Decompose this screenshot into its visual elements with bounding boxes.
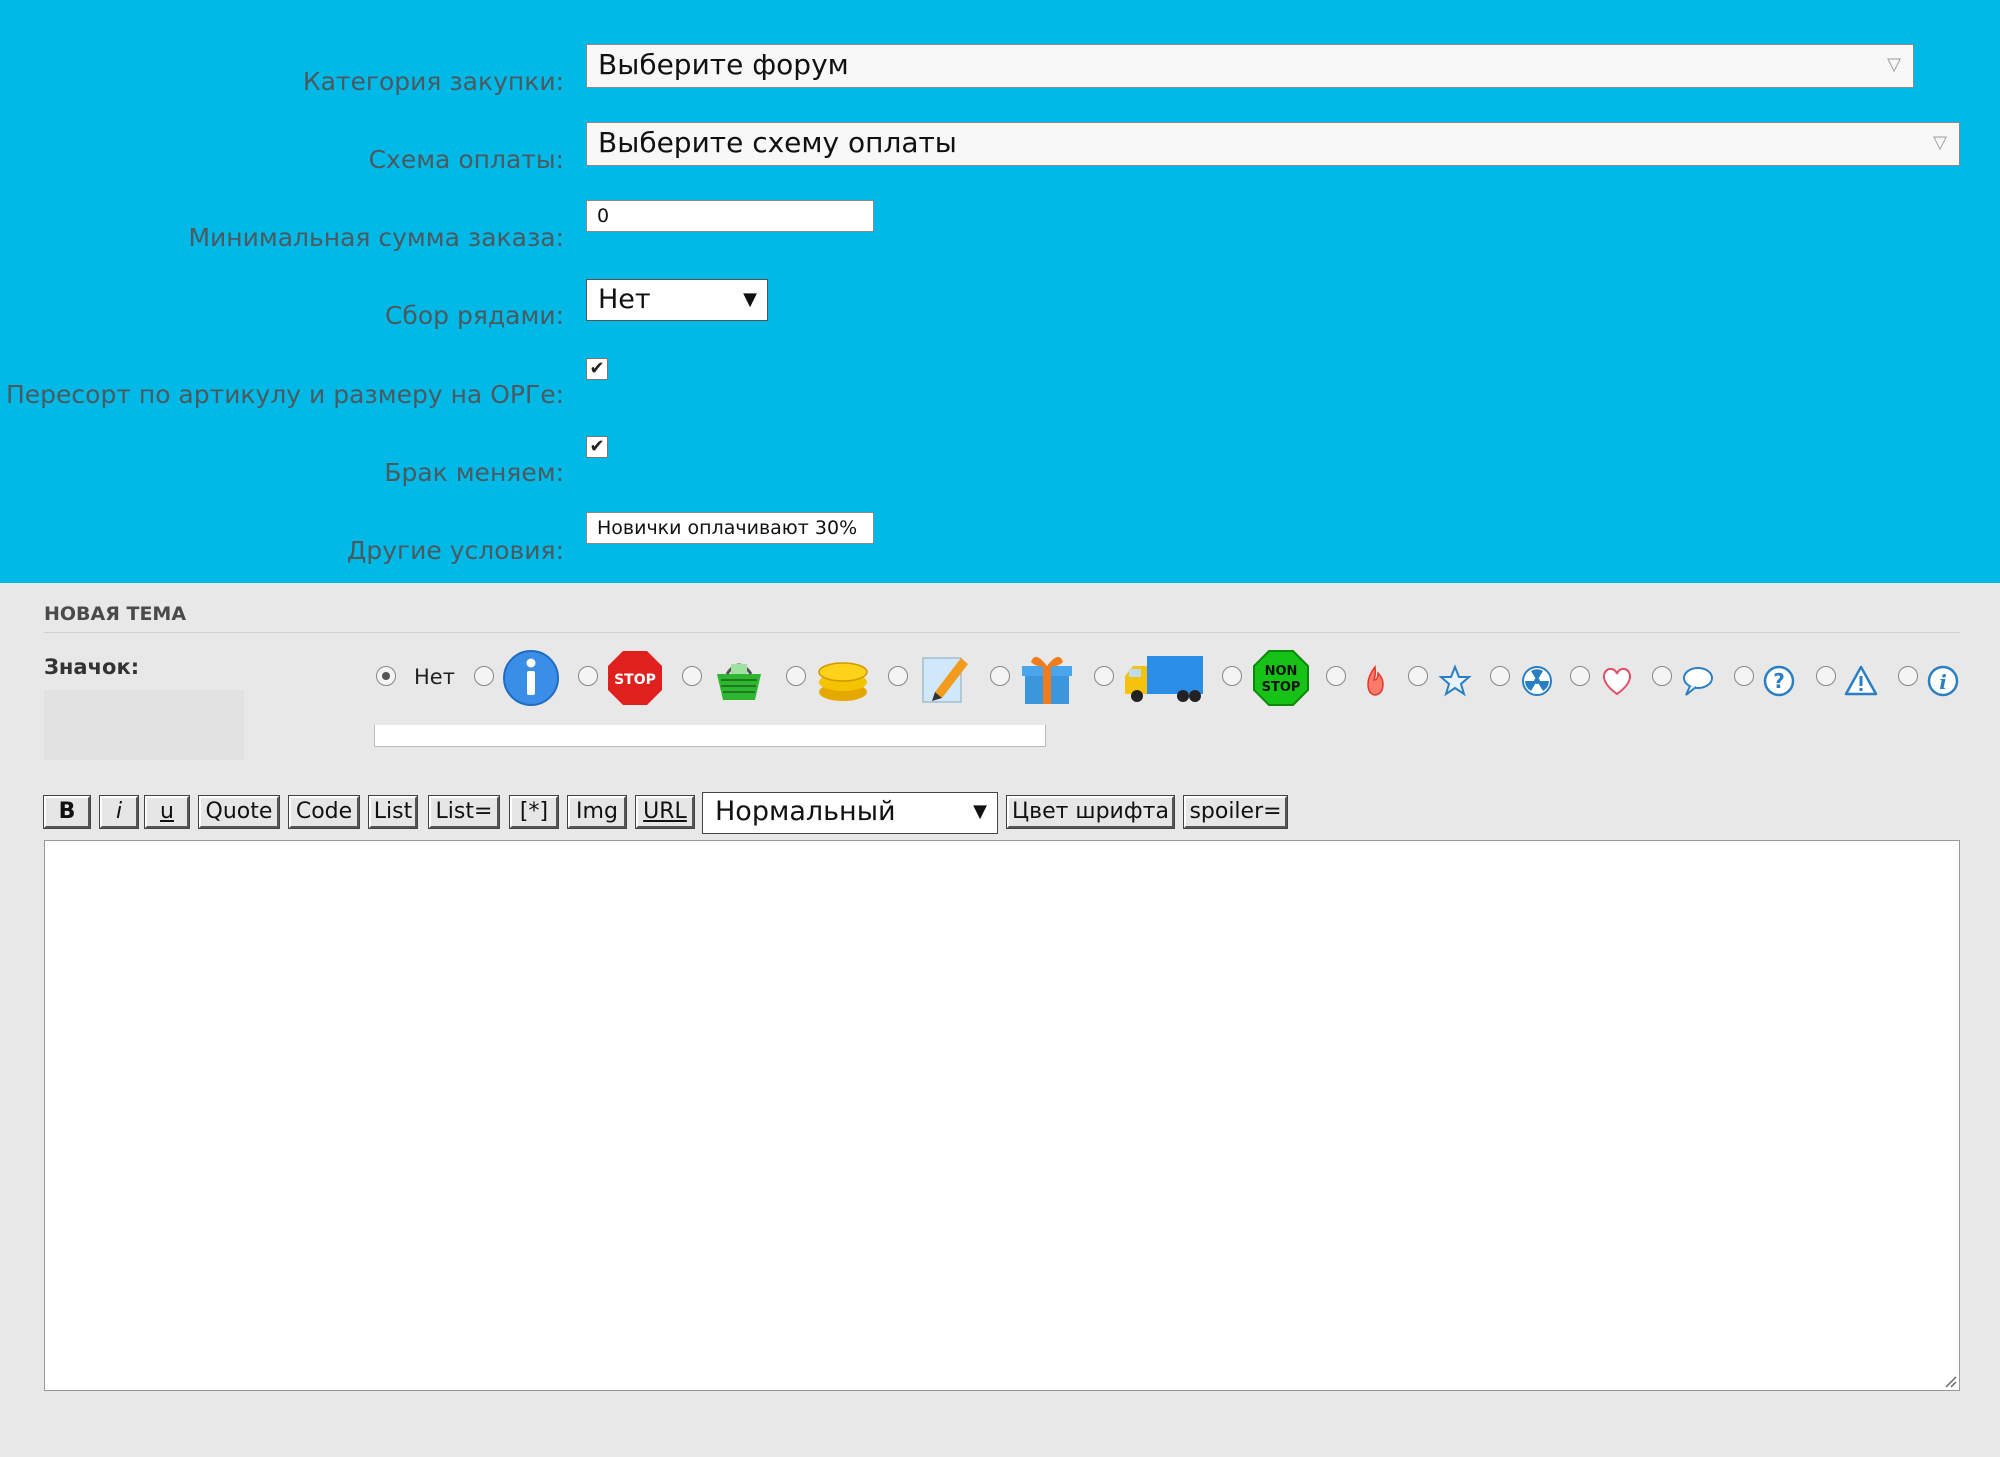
icon-label: Значок: (44, 655, 140, 679)
heart-icon (1602, 667, 1632, 696)
svg-text:STOP: STOP (1262, 680, 1301, 695)
resort-label: Пересорт по артикулу и размеру на ОРГе: (6, 380, 564, 409)
question-icon: ? (1763, 665, 1795, 697)
icon-radio-info[interactable] (474, 666, 494, 686)
dropdown-arrow-icon: ▼ (973, 801, 987, 822)
stop-sign-icon: STOP (608, 651, 662, 705)
icon-radio-warning[interactable] (1816, 666, 1836, 686)
speech-bubble-icon (1683, 667, 1713, 696)
truck-icon (1125, 656, 1203, 702)
icon-radio-info-small[interactable] (1898, 666, 1918, 686)
icon-radio-heart[interactable] (1570, 666, 1590, 686)
svg-text:?: ? (1773, 669, 1785, 693)
icon-radio-nonstop[interactable] (1222, 666, 1242, 686)
min-sum-label: Минимальная сумма заказа: (188, 223, 564, 252)
icon-radio-truck[interactable] (1094, 666, 1114, 686)
icon-radio-gift[interactable] (990, 666, 1010, 686)
svg-text:STOP: STOP (614, 672, 656, 688)
icon-radio-pencil[interactable] (888, 666, 908, 686)
icon-row-field (374, 725, 1046, 747)
quote-button[interactable]: Quote (198, 795, 280, 829)
icon-radio-star[interactable] (1408, 666, 1428, 686)
payment-label: Схема оплаты: (368, 145, 564, 174)
gift-icon (1022, 656, 1072, 704)
icon-radio-question[interactable] (1734, 666, 1754, 686)
defect-label: Брак меняем: (384, 458, 564, 487)
list-item-button[interactable]: [*] (509, 795, 559, 829)
italic-button[interactable]: i (99, 795, 139, 829)
non-stop-icon: NON STOP (1253, 650, 1309, 706)
resort-checkbox[interactable]: ✔ (586, 358, 608, 380)
chevron-down-icon: ▽ (1887, 54, 1901, 75)
category-select[interactable]: Выберите форум ▽ (586, 44, 1914, 88)
category-label: Категория закупки: (302, 67, 564, 96)
icon-radio-coins[interactable] (786, 666, 806, 686)
underline-button[interactable]: u (144, 795, 190, 829)
icon-radio-stop[interactable] (578, 666, 598, 686)
font-size-value: Нормальный (715, 796, 896, 827)
info-icon (503, 650, 559, 706)
list-button[interactable]: List (368, 795, 418, 829)
resize-grip-icon[interactable] (1941, 1372, 1957, 1388)
info-small-icon: i (1927, 665, 1959, 697)
rows-select-value: Нет (598, 284, 651, 315)
purchase-settings-panel: Категория закупки: Выберите форум ▽ Схем… (0, 0, 2000, 583)
img-button[interactable]: Img (567, 795, 627, 829)
payment-select-value: Выберите схему оплаты (598, 126, 957, 159)
font-size-select[interactable]: Нормальный ▼ (702, 792, 998, 834)
icon-radio-fire[interactable] (1326, 666, 1346, 686)
warning-icon (1844, 665, 1878, 696)
coins-icon (818, 662, 868, 701)
icon-radio-speech[interactable] (1652, 666, 1672, 686)
defect-checkbox[interactable]: ✔ (586, 436, 608, 458)
spoiler-button[interactable]: spoiler= (1183, 795, 1288, 829)
min-sum-input[interactable]: 0 (586, 200, 874, 232)
code-button[interactable]: Code (288, 795, 360, 829)
url-button[interactable]: URL (635, 795, 695, 829)
fire-icon (1367, 665, 1384, 696)
other-label: Другие условия: (346, 536, 564, 565)
dropdown-arrow-icon: ▼ (743, 289, 757, 310)
icon-radio-radioactive[interactable] (1490, 666, 1510, 686)
bold-button[interactable]: B (43, 795, 91, 829)
basket-icon (717, 663, 761, 700)
svg-text:i: i (1939, 670, 1947, 694)
icon-radio-none[interactable] (376, 666, 396, 686)
star-icon (1438, 664, 1472, 697)
pencil-icon (922, 657, 968, 703)
icon-radio-basket[interactable] (682, 666, 702, 686)
svg-text:NON: NON (1265, 664, 1298, 679)
icon-none-label: Нет (414, 665, 455, 689)
side-panel (44, 690, 244, 760)
chevron-down-icon: ▽ (1933, 132, 1947, 153)
radioactive-icon (1522, 666, 1552, 696)
rows-select[interactable]: Нет ▼ (586, 279, 768, 321)
message-textarea[interactable] (44, 840, 1960, 1391)
font-color-button[interactable]: Цвет шрифта (1006, 795, 1175, 829)
category-select-value: Выберите форум (598, 48, 849, 81)
new-topic-title: НОВАЯ ТЕМА (44, 603, 187, 625)
payment-select[interactable]: Выберите схему оплаты ▽ (586, 122, 1960, 166)
list-numbered-button[interactable]: List= (428, 795, 500, 829)
rows-label: Сбор рядами: (384, 301, 564, 330)
divider (44, 632, 1960, 633)
other-conditions-input[interactable]: Новички оплачивают 30% (586, 512, 874, 544)
